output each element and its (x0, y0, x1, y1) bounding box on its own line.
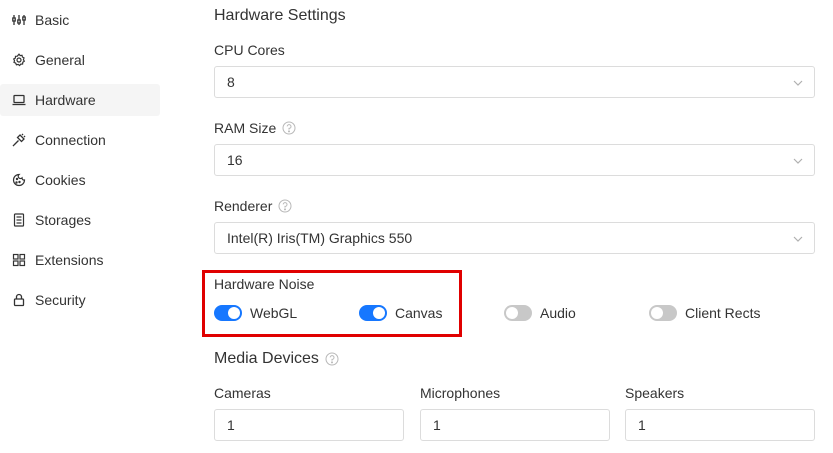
cpu-cores-label-text: CPU Cores (214, 42, 285, 58)
chevron-down-icon (793, 158, 803, 164)
renderer-label-text: Renderer (214, 198, 273, 214)
hardware-settings-panel: Hardware Settings CPU Cores 8 RAM Size 1… (214, 0, 815, 453)
renderer-select[interactable]: Intel(R) Iris(TM) Graphics 550 (214, 222, 815, 254)
microphones-input[interactable]: 1 (420, 409, 610, 441)
cpu-cores-label: CPU Cores (214, 42, 285, 58)
ram-size-label: RAM Size (214, 120, 296, 136)
sidebar-item-label: Security (35, 292, 86, 308)
cameras-input[interactable]: 1 (214, 409, 404, 441)
toggle-switch[interactable] (649, 305, 677, 321)
sidebar-item-extensions[interactable]: Extensions (0, 244, 160, 276)
section-title-media-devices: Media Devices (214, 350, 339, 368)
ram-size-label-text: RAM Size (214, 120, 277, 136)
sidebar-item-label: Connection (35, 132, 106, 148)
toggle-switch[interactable] (504, 305, 532, 321)
sidebar-item-connection[interactable]: Connection (0, 124, 160, 156)
microphones-value: 1 (433, 417, 441, 433)
microphones-label: Microphones (420, 385, 501, 401)
toggle-label: Audio (540, 305, 576, 321)
ram-size-value: 16 (227, 152, 243, 168)
cpu-cores-value: 8 (227, 74, 235, 90)
sidebar-item-label: Basic (35, 12, 70, 28)
sidebar-item-general[interactable]: General (0, 44, 160, 76)
laptop-icon (12, 93, 26, 107)
help-icon[interactable] (278, 199, 292, 213)
renderer-value: Intel(R) Iris(TM) Graphics 550 (227, 230, 413, 246)
sidebar-item-cookies[interactable]: Cookies (0, 164, 160, 196)
speakers-value: 1 (638, 417, 646, 433)
sidebar-item-label: Extensions (35, 252, 104, 268)
chevron-down-icon (793, 80, 803, 86)
media-devices-title-text: Media Devices (214, 350, 319, 367)
lock-icon (12, 293, 26, 307)
sidebar-item-label: Cookies (35, 172, 86, 188)
sidebar: Basic General Hardware Connection Cookie… (0, 0, 162, 453)
sidebar-item-security[interactable]: Security (0, 284, 160, 316)
toggle-label: Client Rects (685, 305, 761, 321)
cameras-label: Cameras (214, 385, 271, 401)
sidebar-item-basic[interactable]: Basic (0, 4, 160, 36)
storage-icon (12, 213, 26, 227)
sidebar-item-label: Storages (35, 212, 92, 228)
ram-size-select[interactable]: 16 (214, 144, 815, 176)
audio-toggle[interactable]: Audio (504, 305, 576, 321)
gear-icon (12, 53, 26, 67)
sliders-icon (12, 13, 26, 27)
help-icon[interactable] (282, 121, 296, 135)
speakers-input[interactable]: 1 (625, 409, 815, 441)
renderer-label: Renderer (214, 198, 292, 214)
chevron-down-icon (793, 236, 803, 242)
sidebar-item-storages[interactable]: Storages (0, 204, 160, 236)
sidebar-item-hardware[interactable]: Hardware (0, 84, 160, 116)
highlight-annotation-box (202, 270, 462, 337)
speakers-label: Speakers (625, 385, 685, 401)
sidebar-item-label: General (35, 52, 85, 68)
help-icon[interactable] (325, 352, 339, 366)
grid-icon (12, 253, 26, 267)
client-rects-toggle[interactable]: Client Rects (649, 305, 760, 321)
cpu-cores-select[interactable]: 8 (214, 66, 815, 98)
section-title-hardware: Hardware Settings (214, 7, 346, 24)
cameras-value: 1 (227, 417, 235, 433)
sidebar-item-label: Hardware (35, 92, 96, 108)
cookie-icon (12, 173, 26, 187)
plug-icon (12, 133, 26, 147)
